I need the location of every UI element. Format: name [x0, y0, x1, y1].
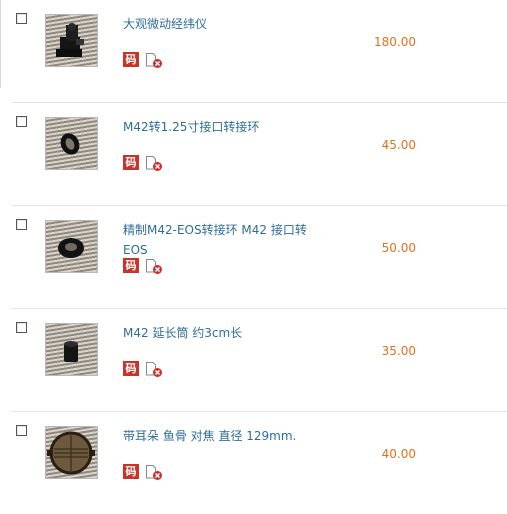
item-checkbox[interactable]: [16, 322, 27, 333]
list-item: 精制M42-EOS转接环 M42 接口转EOS 50.00 码: [0, 206, 507, 309]
product-title-link[interactable]: 带耳朵 鱼骨 对焦 直径 129mm.: [123, 426, 308, 446]
code-icon[interactable]: 码: [123, 52, 139, 67]
product-price: 45.00: [381, 138, 416, 152]
product-thumbnail[interactable]: [45, 117, 98, 170]
item-checkbox[interactable]: [16, 219, 27, 230]
product-thumbnail[interactable]: [45, 14, 98, 67]
product-price: 180.00: [374, 35, 416, 49]
list-item: 带耳朵 鱼骨 对焦 直径 129mm. 40.00 码: [0, 412, 507, 514]
product-price: 35.00: [381, 344, 416, 358]
delete-document-icon[interactable]: [145, 258, 163, 275]
theodolite-mount-photo: [56, 23, 84, 57]
list-item: 大观微动经纬仪 180.00 码: [0, 0, 507, 103]
list-item: M42转1.25寸接口转接环 45.00 码: [0, 103, 507, 206]
eos-adapter-photo: [58, 238, 84, 258]
code-icon[interactable]: 码: [123, 155, 139, 170]
extension-tube-photo: [64, 341, 78, 362]
item-checkbox[interactable]: [16, 425, 27, 436]
product-thumbnail[interactable]: [45, 220, 98, 273]
delete-document-icon[interactable]: [145, 464, 163, 481]
product-title-link[interactable]: 大观微动经纬仪: [123, 14, 308, 34]
product-title-link[interactable]: M42转1.25寸接口转接环: [123, 117, 308, 137]
list-item: M42 延长筒 约3cm长 35.00 码: [0, 309, 507, 412]
item-checkbox[interactable]: [16, 116, 27, 127]
code-icon[interactable]: 码: [123, 361, 139, 376]
bahtinov-mask-photo: [47, 431, 95, 475]
ring-adapter-photo: [60, 133, 80, 155]
code-icon[interactable]: 码: [123, 258, 139, 273]
product-title-link[interactable]: 精制M42-EOS转接环 M42 接口转EOS: [123, 220, 308, 260]
item-checkbox[interactable]: [16, 13, 27, 24]
delete-document-icon[interactable]: [145, 361, 163, 378]
code-icon[interactable]: 码: [123, 464, 139, 479]
delete-document-icon[interactable]: [145, 155, 163, 172]
product-title-link[interactable]: M42 延长筒 约3cm长: [123, 323, 308, 343]
product-thumbnail[interactable]: [45, 323, 98, 376]
product-list-page: 大观微动经纬仪 180.00 码 M42转1.25寸接口转接环 45.00 码: [0, 0, 507, 514]
product-price: 50.00: [381, 241, 416, 255]
product-price: 40.00: [381, 447, 416, 461]
delete-document-icon[interactable]: [145, 52, 163, 69]
product-thumbnail[interactable]: [45, 426, 98, 479]
